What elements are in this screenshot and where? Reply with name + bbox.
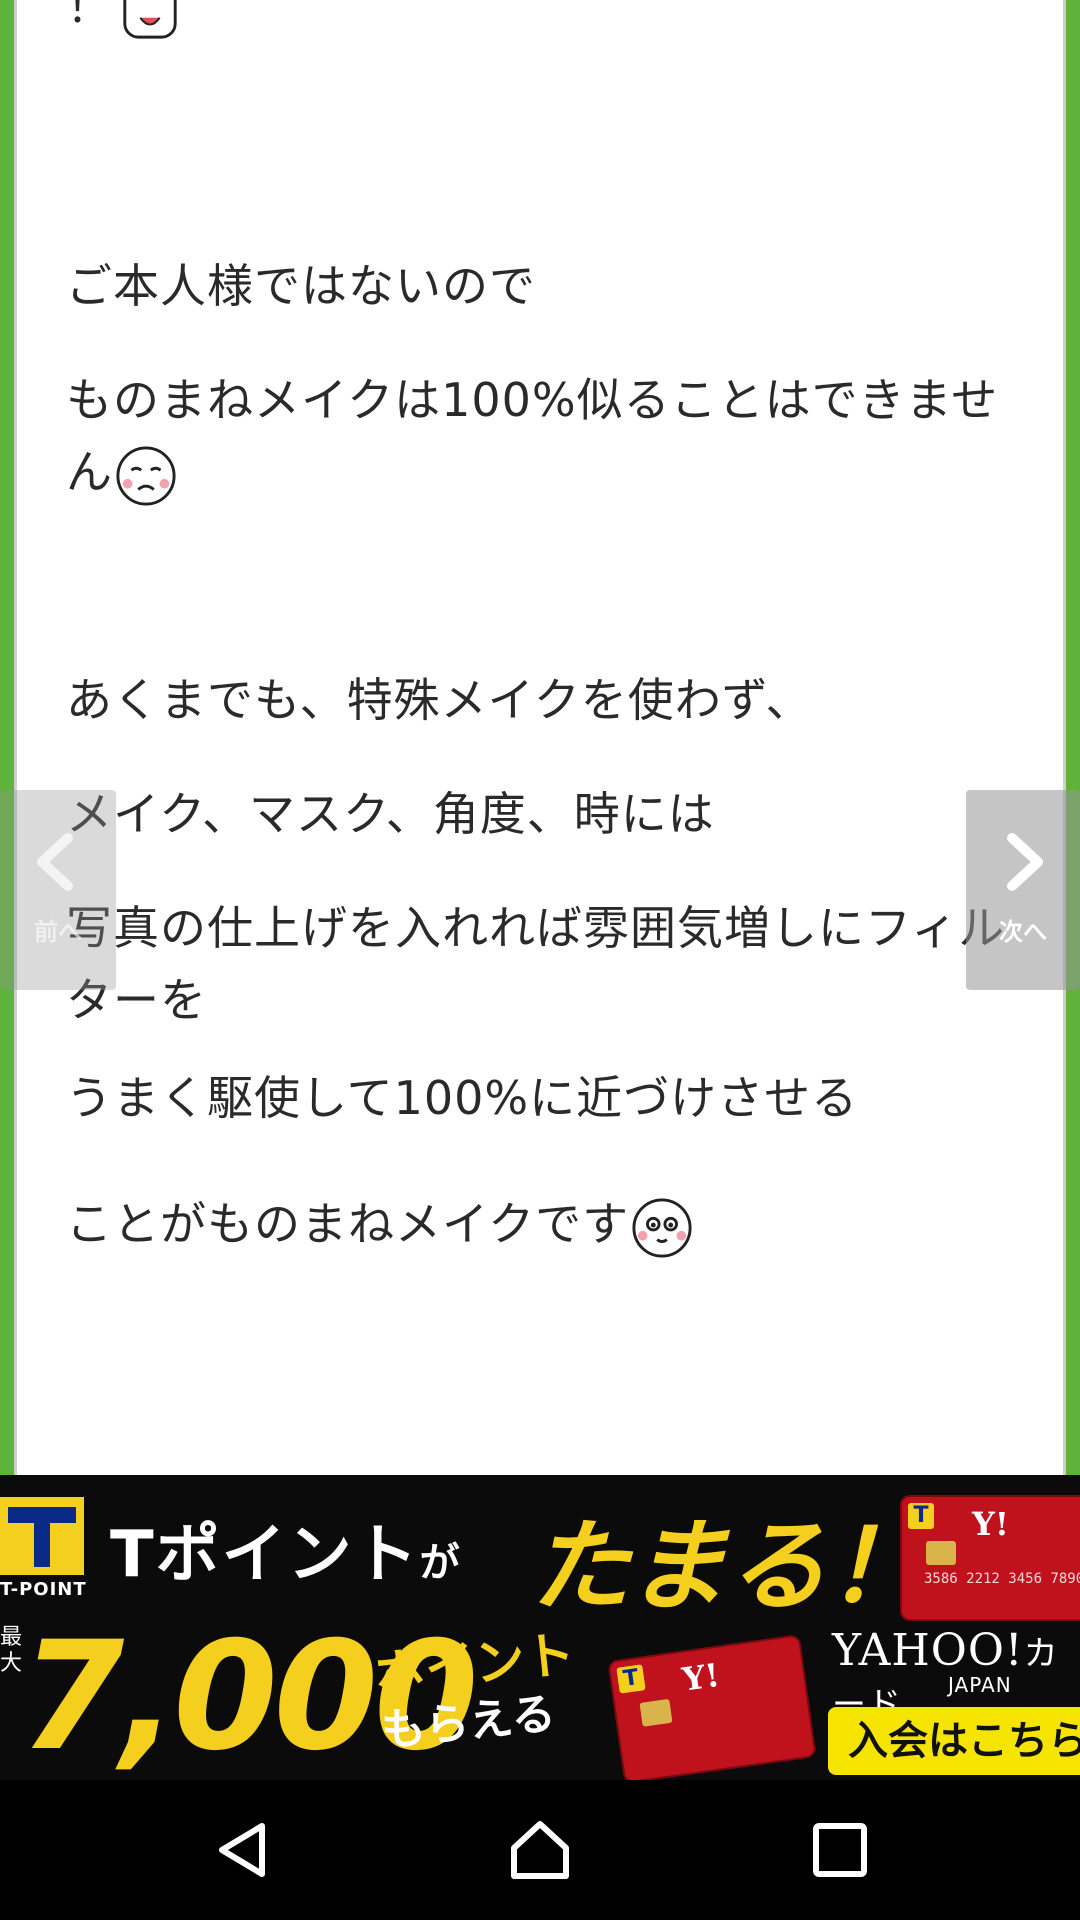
ad-banner[interactable]: T-POINT Tポイントが たまる！ T Y! 3586 2212 3456 … <box>0 1475 1080 1780</box>
page-frame-left-border <box>14 0 17 1475</box>
previous-label: 前へ <box>34 918 82 946</box>
crying-face-emoji-icon <box>122 0 177 39</box>
next-button[interactable]: 次へ <box>966 790 1080 990</box>
home-icon[interactable] <box>510 1820 570 1880</box>
chevron-left-icon <box>37 833 73 891</box>
card-t-logo-icon: T <box>616 1664 646 1694</box>
ad-headline-ga: が <box>419 1540 462 1586</box>
page-frame-left <box>0 0 14 1475</box>
ad-tamaru: たまる！ <box>530 1508 927 1625</box>
paragraph-1: ご本人様ではないので <box>66 259 536 313</box>
paragraph-7-text: ことがものまねメイクです <box>66 1197 630 1251</box>
paragraph-6: うまく駆使して100%に近づけさせる <box>66 1071 859 1125</box>
brand-yahoo: YAHOO! <box>832 1625 1024 1676</box>
card-t-logo-icon: T <box>908 1503 934 1529</box>
paragraph-2-text: ものまねメイクは100%似ることはできません <box>66 373 999 499</box>
sad-face-emoji-icon <box>116 445 176 506</box>
next-label: 次へ <box>999 918 1047 946</box>
card-chip-icon <box>639 1698 673 1727</box>
brand-japan: JAPAN <box>948 1673 1012 1697</box>
ad-points: ポイント もらえる <box>372 1625 583 1761</box>
page-frame-right-border <box>1063 0 1066 1475</box>
recents-icon[interactable] <box>810 1820 870 1880</box>
ad-headline-tpoint: Tポイント <box>110 1518 420 1592</box>
paragraph-2: ものまねメイクは100%似ることはできません <box>66 364 1006 508</box>
paragraph-3: あくまでも、特殊メイクを使わず、 <box>66 673 813 727</box>
page-frame-right <box>1066 0 1080 1475</box>
article-top-fragment: ！ <box>66 0 1006 42</box>
previous-button[interactable]: 前へ <box>0 790 116 990</box>
credit-card-image: T Y! 3586 2212 3456 7890 <box>900 1495 1080 1621</box>
ad-headline: Tポイントが <box>110 1503 462 1595</box>
chevron-right-icon <box>1007 833 1043 891</box>
card-yahoo-logo-icon: Y! <box>972 1505 1009 1543</box>
card-yahoo-logo-icon: Y! <box>680 1655 722 1699</box>
paragraph-4: メイク、マスク、角度、時には <box>66 787 715 841</box>
credit-card-image-2: T Y! <box>607 1634 817 1780</box>
top-fragment-text: ！ <box>66 0 113 33</box>
paragraph-5: 写真の仕上げを入れれば雰囲気増しにフィルターを <box>66 901 1006 1027</box>
paragraph-7: ことがものまねメイクです <box>66 1188 1006 1260</box>
ad-signup-button[interactable]: 入会はこちら <box>828 1707 1080 1775</box>
blushing-smile-emoji-icon <box>632 1197 692 1258</box>
card-number: 3586 2212 3456 7890 <box>924 1571 1080 1587</box>
back-icon[interactable] <box>212 1820 272 1880</box>
card-chip-icon <box>926 1541 956 1565</box>
ad-max-label: 最大 <box>0 1625 23 1676</box>
system-navigation-bar <box>0 1780 1080 1920</box>
t-point-sublabel: T-POINT <box>0 1579 87 1600</box>
